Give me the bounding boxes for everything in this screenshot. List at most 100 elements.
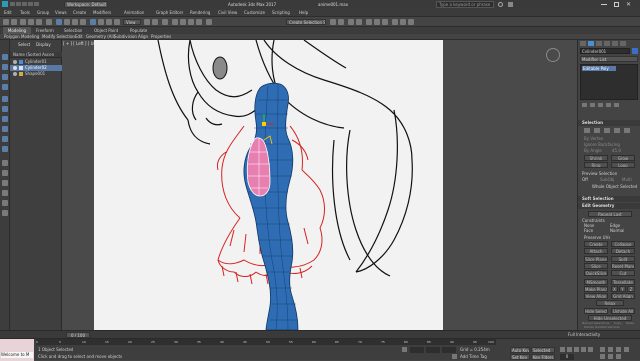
undo-toolbar-icon[interactable]: [3, 19, 9, 25]
named-selection-set-dropdown[interactable]: Create Selection Se: [286, 19, 326, 25]
modifier-list-dropdown[interactable]: Modifier List: [580, 56, 638, 62]
remove-modifier-icon[interactable]: [606, 103, 611, 107]
select-by-name-icon[interactable]: [64, 19, 70, 25]
curve-editor-icon[interactable]: [366, 19, 372, 25]
y-coordinate-field[interactable]: [426, 347, 440, 353]
select-rotate-icon[interactable]: [98, 19, 104, 25]
ring-button[interactable]: Ring: [584, 162, 608, 168]
bones-filter-icon[interactable]: [2, 180, 8, 186]
make-planar-button[interactable]: Make Planar: [584, 286, 608, 292]
viewport-reference-image[interactable]: [94, 40, 443, 330]
z-coordinate-field[interactable]: [442, 347, 456, 353]
selection-filter-icon[interactable]: [46, 19, 52, 25]
ribbon-tab-freeform[interactable]: Freeform: [36, 27, 54, 34]
menu-rendering[interactable]: Rendering: [190, 10, 210, 16]
material-editor-icon[interactable]: [382, 19, 388, 25]
walk-through-icon[interactable]: [616, 354, 621, 359]
snaps-toggle-icon[interactable]: [172, 19, 178, 25]
select-move-icon[interactable]: [90, 19, 96, 25]
modifier-stack-item[interactable]: Editable Poly: [582, 66, 616, 71]
display-all-icon[interactable]: [2, 74, 8, 80]
render-production-icon[interactable]: [408, 19, 414, 25]
menu-tools[interactable]: Tools: [20, 10, 30, 16]
x-button[interactable]: X: [611, 286, 618, 292]
y-button[interactable]: Y: [619, 286, 626, 292]
selected-dropdown[interactable]: Selected: [531, 347, 555, 353]
selection-rollout-header[interactable]: Selection: [578, 120, 640, 126]
set-key-button[interactable]: Set Key: [510, 354, 530, 360]
display-none-icon[interactable]: [2, 64, 8, 70]
align-icon[interactable]: [338, 19, 344, 25]
groups-filter-icon[interactable]: [2, 160, 8, 166]
shrink-button[interactable]: Shrink: [584, 155, 608, 161]
menu-graph-editors[interactable]: Graph Editors: [156, 10, 183, 16]
lock-selection-icon[interactable]: [402, 347, 407, 352]
slice-button[interactable]: Slice: [584, 263, 608, 269]
split-checkbox[interactable]: Split: [611, 256, 635, 262]
object-color-swatch[interactable]: [632, 48, 638, 54]
grow-button[interactable]: Grow: [611, 155, 635, 161]
keyboard-shortcut-override-icon[interactable]: [162, 19, 168, 25]
create-button[interactable]: Create: [584, 241, 608, 247]
go-to-start-icon[interactable]: [560, 347, 565, 352]
element-level-icon[interactable]: [624, 128, 630, 133]
attach-button[interactable]: Attach: [584, 248, 608, 254]
geometry-filter-icon[interactable]: [2, 96, 8, 102]
track-bar[interactable]: 0 5 10 15 20 25 30 35 40 45 50 55 60 65 …: [36, 339, 496, 345]
add-time-tag-button[interactable]: Add Time Tag: [460, 354, 487, 360]
unhide-all-button[interactable]: Unhide All: [611, 308, 635, 314]
paste-button[interactable]: Paste: [626, 321, 634, 325]
soft-selection-rollout-header[interactable]: Soft Selection: [578, 196, 640, 202]
close-icon[interactable]: ✕: [626, 0, 634, 9]
open-file-icon[interactable]: [16, 2, 21, 6]
minimize-icon[interactable]: [601, 4, 607, 5]
go-to-end-icon[interactable]: [588, 347, 593, 352]
motion-tab-icon[interactable]: [604, 41, 610, 46]
save-file-icon[interactable]: [22, 2, 27, 6]
angle-spinner[interactable]: 45.0: [612, 148, 621, 153]
zoom-icon[interactable]: [608, 347, 613, 352]
time-slider[interactable]: 0 / 100 Full Interactivity: [0, 330, 640, 338]
rectangular-selection-icon[interactable]: [72, 19, 78, 25]
delete-isolated-checkbox[interactable]: Delete Isolated Vertices: [584, 325, 620, 329]
menu-civil-view[interactable]: Civil View: [218, 10, 237, 16]
schematic-view-icon[interactable]: [374, 19, 380, 25]
menu-views[interactable]: Views: [55, 10, 67, 16]
modify-tab-icon[interactable]: [588, 41, 594, 46]
create-tab-icon[interactable]: [580, 41, 586, 46]
explorer-row[interactable]: Shape001: [10, 71, 62, 77]
explorer-name-column[interactable]: Name (Sorted Ascen: [13, 52, 61, 58]
select-object-icon[interactable]: [56, 19, 62, 25]
vertex-level-icon[interactable]: [584, 128, 590, 133]
maxscript-listener[interactable]: Welcome to M: [0, 339, 34, 361]
menu-modifiers[interactable]: Modifiers: [93, 10, 111, 16]
hierarchy-tab-icon[interactable]: [596, 41, 602, 46]
undo-icon[interactable]: [28, 2, 33, 6]
invert-display-icon[interactable]: [2, 84, 8, 90]
view-align-button[interactable]: View Align: [584, 293, 608, 299]
rendered-frame-window-icon[interactable]: [400, 19, 406, 25]
polygon-level-icon[interactable]: [614, 128, 620, 133]
grid-align-button[interactable]: Grid Align: [611, 293, 635, 299]
hidden-filter-icon[interactable]: [2, 210, 8, 216]
user-icon[interactable]: [508, 2, 513, 7]
relax-button[interactable]: Relax: [596, 300, 624, 306]
ribbon-tab-modeling[interactable]: Modeling: [3, 27, 31, 34]
spacewarps-filter-icon[interactable]: [2, 146, 8, 152]
menu-create[interactable]: Create: [73, 10, 86, 16]
maximize-viewport-icon[interactable]: [624, 347, 629, 352]
previous-frame-icon[interactable]: [567, 347, 572, 352]
repeat-last-button[interactable]: Repeat Last: [588, 211, 632, 217]
poly-mesh[interactable]: [243, 82, 299, 330]
explorer-tab-display[interactable]: Display: [36, 42, 51, 47]
pan-view-icon[interactable]: [600, 347, 605, 352]
menu-scripting[interactable]: Scripting: [272, 10, 290, 16]
search-input[interactable]: Type a keyword or phrase: [436, 1, 494, 8]
preview-multi-radio[interactable]: Multi: [622, 177, 632, 182]
border-level-icon[interactable]: [604, 128, 610, 133]
xrefs-filter-icon[interactable]: [2, 170, 8, 176]
key-filters-button[interactable]: Key Filters...: [531, 354, 555, 360]
utilities-tab-icon[interactable]: [620, 41, 626, 46]
redo-toolbar-icon[interactable]: [11, 19, 17, 25]
new-file-icon[interactable]: [10, 2, 15, 6]
